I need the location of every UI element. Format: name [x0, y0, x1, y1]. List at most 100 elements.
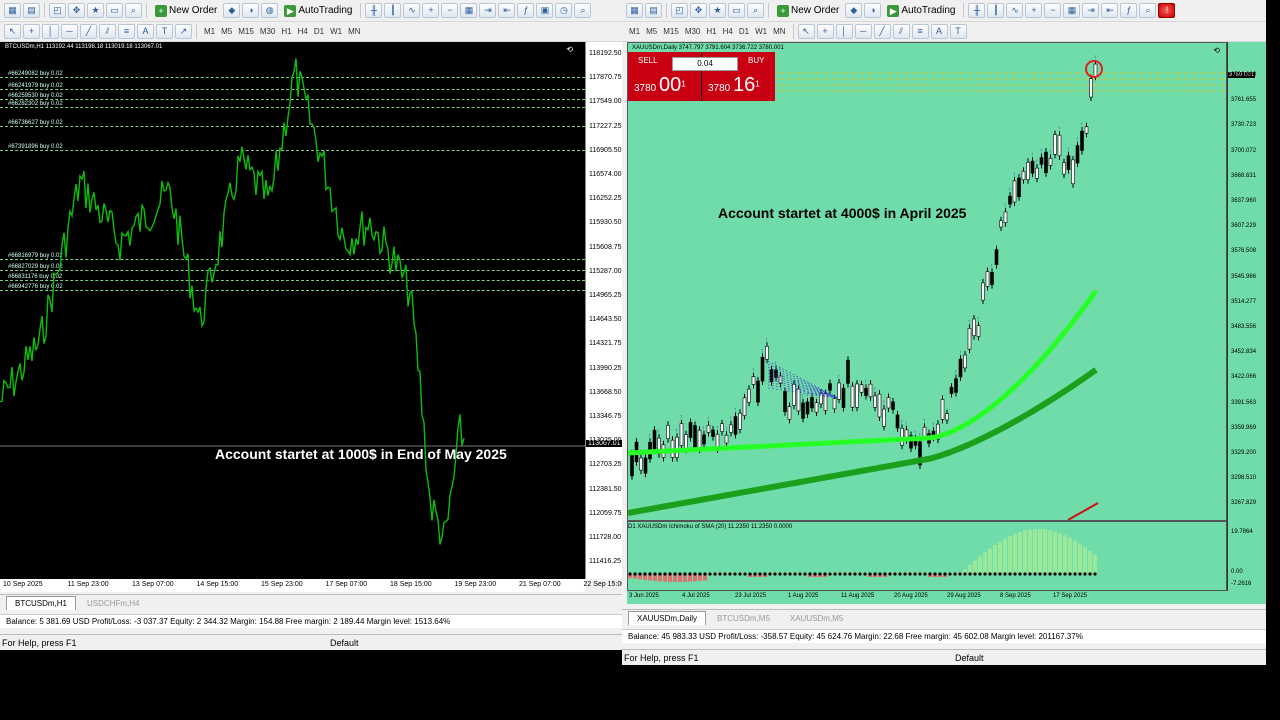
timeframe-h4[interactable]: H4: [295, 27, 311, 36]
timeframe-m5[interactable]: M5: [643, 27, 660, 36]
timeframe-mn[interactable]: MN: [770, 27, 788, 36]
timeframe-d1[interactable]: D1: [311, 27, 327, 36]
text-icon[interactable]: A: [930, 24, 948, 39]
channel-icon[interactable]: ⫽: [892, 24, 910, 39]
search-icon[interactable]: ⌕: [1139, 3, 1157, 18]
cursor-icon[interactable]: ↖: [797, 24, 815, 39]
data-window-icon[interactable]: ✥: [690, 3, 707, 18]
new-order-button[interactable]: + New Order: [151, 3, 221, 19]
autotrading-button[interactable]: ▶ AutoTrading: [280, 3, 356, 19]
xau-chart-area[interactable]: XAUUSDm,Daily 3747.797 3791.604 3736.722…: [627, 42, 1227, 521]
strategy-tester-icon[interactable]: ⌕: [747, 3, 764, 18]
chart-tab[interactable]: XAUUSDm,M5: [781, 611, 852, 625]
bar-chart-icon[interactable]: ╫: [365, 3, 383, 18]
metaeditor-icon[interactable]: ◆: [223, 3, 241, 18]
chart-tab[interactable]: XAUUSDm,Daily: [628, 611, 707, 625]
timeframe-m5[interactable]: M5: [218, 27, 235, 36]
new-chart-icon[interactable]: ▦: [4, 3, 21, 18]
navigator-icon[interactable]: ★: [709, 3, 726, 18]
chart-tab[interactable]: BTCUSDm,M5: [708, 611, 779, 625]
market-watch-icon[interactable]: ◰: [49, 3, 66, 18]
autoscroll-icon[interactable]: ⇤: [1101, 3, 1119, 18]
terminal-icon[interactable]: ▭: [106, 3, 123, 18]
autoscroll-icon[interactable]: ⇤: [498, 3, 516, 18]
metaeditor-icon[interactable]: ◆: [845, 3, 863, 18]
timeframe-m15[interactable]: M15: [660, 27, 682, 36]
vertical-line-icon[interactable]: │: [42, 24, 59, 39]
trendline-icon[interactable]: ╱: [873, 24, 891, 39]
chart-shift-icon[interactable]: ⇥: [1082, 3, 1100, 18]
timeframe-m1[interactable]: M1: [626, 27, 643, 36]
btc-chart-area[interactable]: BTCUSDm,H1 113192.44 113198.18 113019.18…: [0, 42, 585, 579]
histogram-bar: [1033, 529, 1037, 574]
price-axis[interactable]: 113067.01 118192.50 117870.75 117549.00 117…: [585, 42, 627, 579]
notification-icon[interactable]: !: [1158, 3, 1176, 18]
label-icon[interactable]: T: [156, 24, 173, 39]
vertical-line-icon[interactable]: │: [835, 24, 853, 39]
channel-icon[interactable]: ⫽: [99, 24, 116, 39]
profiles-icon[interactable]: ▤: [23, 3, 40, 18]
autotrading-button[interactable]: ▶ AutoTrading: [883, 3, 959, 19]
market-watch-icon[interactable]: ◰: [671, 3, 688, 18]
strategy-tester-icon[interactable]: ⌕: [125, 3, 142, 18]
data-window-icon[interactable]: ✥: [68, 3, 85, 18]
chart-tab[interactable]: USDCHFm,H4: [78, 596, 148, 610]
chart-tab[interactable]: BTCUSDm,H1: [6, 596, 77, 610]
timeframe-m30[interactable]: M30: [257, 27, 279, 36]
profiles-icon[interactable]: ▤: [645, 3, 662, 18]
zoom-out-icon[interactable]: −: [1044, 3, 1062, 18]
crosshair-icon[interactable]: +: [23, 24, 40, 39]
zoom-out-icon[interactable]: −: [441, 3, 459, 18]
bar-chart-icon[interactable]: ╫: [968, 3, 986, 18]
web-icon[interactable]: ◍: [261, 3, 279, 18]
arrows-icon[interactable]: ↗: [175, 24, 192, 39]
timeframe-d1[interactable]: D1: [736, 27, 752, 36]
trendline-icon[interactable]: ╱: [80, 24, 97, 39]
candle-chart-icon[interactable]: ┃: [384, 3, 402, 18]
timeframe-h4[interactable]: H4: [720, 27, 736, 36]
timeframe-h1[interactable]: H1: [278, 27, 294, 36]
indicators-icon[interactable]: ƒ: [1120, 3, 1138, 18]
fibonacci-icon[interactable]: ≡: [118, 24, 135, 39]
line-chart-icon[interactable]: ∿: [403, 3, 421, 18]
indicator-subwindow[interactable]: D1 XAUUSDm Ichimoku of SMA (20) 11.2350 …: [627, 521, 1227, 591]
candle-chart-icon[interactable]: ┃: [987, 3, 1005, 18]
templates-icon[interactable]: ▣: [536, 3, 554, 18]
horizontal-line-icon[interactable]: ─: [61, 24, 78, 39]
signals-icon[interactable]: ◑: [864, 3, 882, 18]
timeframe-w1[interactable]: W1: [752, 27, 770, 36]
fibonacci-icon[interactable]: ≡: [911, 24, 929, 39]
terminal-icon[interactable]: ▭: [728, 3, 745, 18]
timeframe-mn[interactable]: MN: [345, 27, 363, 36]
zero-line-dot: [933, 572, 937, 576]
zoom-in-icon[interactable]: +: [422, 3, 440, 18]
candle-body: [886, 397, 891, 409]
buy-price-small: 3780: [708, 83, 731, 94]
timeframe-m1[interactable]: M1: [201, 27, 218, 36]
timeframe-h1[interactable]: H1: [703, 27, 719, 36]
timeframe-w1[interactable]: W1: [327, 27, 345, 36]
new-chart-icon[interactable]: ▦: [626, 3, 643, 18]
periods-icon[interactable]: ◷: [555, 3, 573, 18]
indicators-icon[interactable]: ƒ: [517, 3, 535, 18]
tile-windows-icon[interactable]: ▦: [460, 3, 478, 18]
new-order-button[interactable]: + New Order: [773, 3, 843, 19]
price-tick: 3730.723: [1231, 122, 1257, 129]
timeframe-m30[interactable]: M30: [682, 27, 704, 36]
chart-shift-icon[interactable]: ⇥: [479, 3, 497, 18]
navigator-icon[interactable]: ★: [87, 3, 104, 18]
tile-windows-icon[interactable]: ▦: [1063, 3, 1081, 18]
zoom-in-icon[interactable]: +: [1025, 3, 1043, 18]
lot-size-input[interactable]: 0.04: [672, 57, 738, 71]
label-icon[interactable]: T: [949, 24, 967, 39]
price-axis[interactable]: 3780.001 3791.609 3761.655 3730.723 3700.07…: [1227, 42, 1266, 532]
signals-icon[interactable]: ◑: [242, 3, 260, 18]
line-chart-icon[interactable]: ∿: [1006, 3, 1024, 18]
text-icon[interactable]: A: [137, 24, 154, 39]
horizontal-line-icon[interactable]: ─: [854, 24, 872, 39]
crosshair-icon[interactable]: +: [816, 24, 834, 39]
price-tick: 3637.960: [1231, 198, 1257, 204]
search-icon[interactable]: ⌕: [574, 3, 592, 18]
timeframe-m15[interactable]: M15: [235, 27, 257, 36]
cursor-icon[interactable]: ↖: [4, 24, 21, 39]
